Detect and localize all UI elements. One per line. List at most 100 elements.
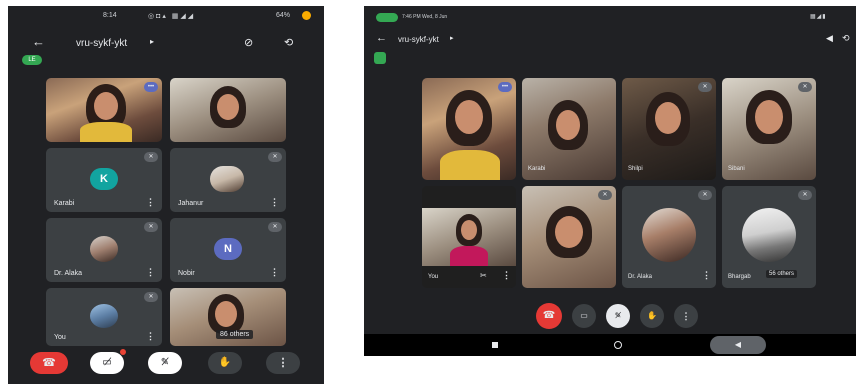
- participant-tile[interactable]: ✕ K Karabi ⋮: [46, 148, 162, 212]
- mic-off-icon: ✕: [268, 152, 282, 162]
- participant-video-tile[interactable]: ✕ Sibani: [722, 78, 816, 180]
- camera-icon: ▭: [580, 311, 588, 320]
- participant-name: Sibani: [728, 166, 745, 172]
- participant-face: [556, 110, 580, 140]
- more-options-icon[interactable]: ⋮: [270, 197, 279, 208]
- participant-video-tile[interactable]: •••: [422, 78, 516, 180]
- mic-off-icon: ✕: [598, 190, 612, 200]
- mic-off-icon: ✕: [144, 222, 158, 232]
- title-dropdown-icon[interactable]: ▸: [150, 37, 154, 46]
- mic-off-icon: ✕: [144, 292, 158, 302]
- end-call-button[interactable]: ☎: [30, 352, 68, 374]
- system-nav-bar: ◀: [364, 334, 856, 356]
- participant-video-tile[interactable]: ✕ Shilpi: [622, 78, 716, 180]
- back-triangle-icon: ◀: [734, 340, 742, 349]
- hand-icon: ✋: [218, 357, 232, 368]
- meeting-title[interactable]: vru-sykf-ykt: [76, 38, 127, 49]
- meeting-title[interactable]: vru-sykf-ykt: [398, 35, 439, 44]
- self-video: [422, 208, 516, 266]
- camera-off-button[interactable]: ▭̸: [90, 352, 124, 374]
- self-view-tile[interactable]: You ✂ ⋮: [422, 186, 516, 288]
- mic-off-button[interactable]: ✎̸: [606, 304, 630, 328]
- participant-tile[interactable]: ✕ N Nobir ⋮: [170, 218, 286, 282]
- mic-off-icon: ✕: [798, 82, 812, 92]
- participant-name: You: [428, 274, 439, 280]
- participant-name: Karabi: [54, 200, 75, 207]
- participant-face: [461, 220, 477, 240]
- more-options-icon[interactable]: ⋮: [270, 267, 279, 278]
- back-arrow-icon[interactable]: ←: [376, 32, 387, 44]
- participant-photo: [90, 236, 118, 262]
- camera-button[interactable]: ▭: [572, 304, 596, 328]
- participant-face: [217, 94, 239, 120]
- phone-status-battery: 64%: [276, 12, 291, 19]
- phone-status-time: 8:14: [103, 12, 117, 19]
- mic-off-icon: ✎̸: [614, 311, 622, 320]
- tablet-status-icons: ▦◢▮: [810, 14, 827, 20]
- more-options-button[interactable]: ⋮: [674, 304, 698, 328]
- participant-face: [94, 92, 118, 120]
- participant-tile[interactable]: ✕ Jahanur ⋮: [170, 148, 286, 212]
- back-arrow-icon[interactable]: ←: [32, 34, 45, 49]
- tablet-status-time: 7:46 PM Wed, 8 Jun: [402, 14, 448, 20]
- avatar-initial: K: [100, 173, 108, 185]
- self-view-tile[interactable]: ✕ You ⋮: [46, 288, 162, 346]
- back-nav-button[interactable]: ◀: [710, 336, 766, 354]
- participant-name: Jahanur: [178, 200, 204, 207]
- switch-camera-icon[interactable]: ⟲: [842, 33, 850, 44]
- mic-off-icon: ✕: [268, 222, 282, 232]
- call-active-pill: [376, 13, 398, 22]
- hand-icon: ✋: [647, 311, 657, 320]
- participant-face: [455, 100, 483, 134]
- participant-name: Shilpi: [628, 166, 643, 172]
- speaking-indicator-icon: •••: [144, 82, 158, 92]
- participant-photo: [90, 304, 118, 328]
- participant-face: [655, 102, 681, 134]
- title-dropdown-icon[interactable]: ▸: [450, 34, 454, 42]
- participant-video-tile[interactable]: Karabi: [522, 78, 616, 180]
- more-options-icon[interactable]: ⋮: [146, 267, 155, 278]
- audio-output-icon[interactable]: ◀: [826, 33, 833, 44]
- live-badge: LE: [22, 55, 42, 65]
- mic-off-icon: ✕: [798, 190, 812, 200]
- participant-avatar: K: [90, 168, 118, 190]
- participant-name: Dr. Alaka: [54, 270, 83, 277]
- participant-face: [215, 301, 237, 327]
- tablet-meet-screen: 7:46 PM Wed, 8 Jun ▦◢▮ ← vru-sykf-ykt ▸ …: [364, 6, 856, 356]
- participant-video-tile[interactable]: •••: [46, 78, 162, 142]
- participant-tile[interactable]: ✕ Dr. Alaka ⋮: [622, 186, 716, 288]
- others-tile[interactable]: 86 others: [170, 288, 286, 346]
- phone-status-icons: ◎◘▴ ▦◢◢: [148, 13, 196, 20]
- home-nav-icon[interactable]: [614, 341, 622, 349]
- participant-video-tile[interactable]: [170, 78, 286, 142]
- more-options-icon[interactable]: ⋮: [702, 270, 711, 281]
- audio-output-icon[interactable]: ⊘: [244, 36, 253, 49]
- phone-meet-screen: 8:14 ◎◘▴ ▦◢◢ 64% ← vru-sykf-ykt ▸ ⊘ ⟲ LE…: [8, 6, 324, 384]
- mic-off-icon: ✕: [698, 190, 712, 200]
- recents-nav-icon[interactable]: [492, 342, 498, 348]
- raise-hand-button[interactable]: ✋: [640, 304, 664, 328]
- participant-tile[interactable]: ✕ Dr. Alaka ⋮: [46, 218, 162, 282]
- participant-name: You: [54, 334, 66, 341]
- more-options-icon[interactable]: ⋮: [146, 331, 155, 342]
- others-tile[interactable]: ✕ Bhargab 56 others: [722, 186, 816, 288]
- participant-video-tile[interactable]: ✕: [522, 186, 616, 288]
- mic-off-icon: ✕: [698, 82, 712, 92]
- camera-off-icon: ▭̸: [102, 357, 112, 368]
- participant-photo: [742, 208, 796, 262]
- others-count-label: 86 others: [216, 330, 254, 339]
- end-call-button[interactable]: ☎: [536, 303, 562, 329]
- participant-face: [755, 100, 783, 134]
- more-options-button[interactable]: ⋮: [266, 352, 300, 374]
- mic-off-button[interactable]: ✎̸: [148, 352, 182, 374]
- participant-name: Bhargab: [728, 274, 751, 280]
- participant-face: [555, 216, 583, 248]
- effects-icon[interactable]: ✂: [480, 271, 487, 280]
- raise-hand-button[interactable]: ✋: [208, 352, 242, 374]
- avatar-initial: N: [224, 243, 232, 255]
- more-options-icon[interactable]: ⋮: [146, 197, 155, 208]
- mic-off-icon: ✕: [144, 152, 158, 162]
- participant-shirt: [450, 246, 488, 266]
- switch-camera-icon[interactable]: ⟲: [284, 36, 293, 49]
- more-options-icon[interactable]: ⋮: [502, 270, 511, 281]
